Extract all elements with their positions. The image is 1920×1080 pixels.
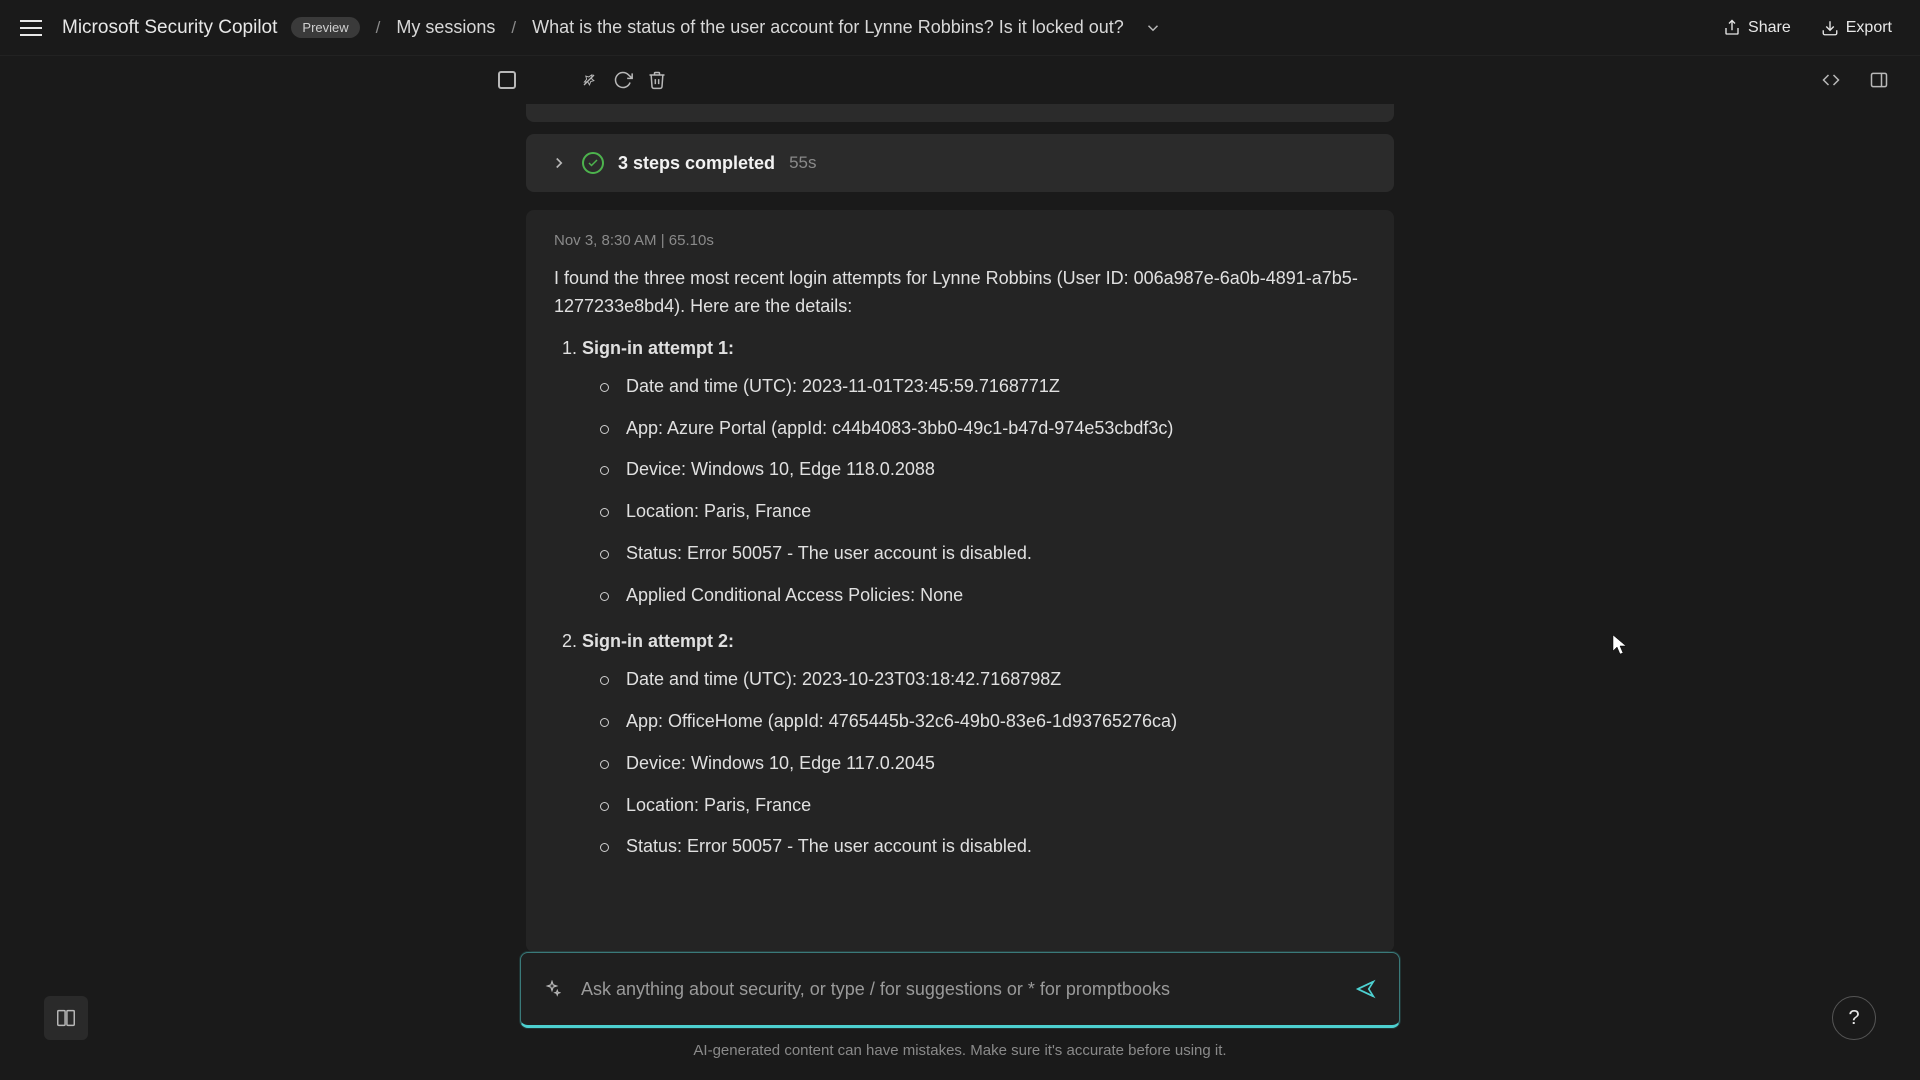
disclaimer-text: AI-generated content can have mistakes. … [693,1042,1226,1059]
attempt-detail: Status: Error 50057 - The user account i… [622,833,1366,861]
export-button[interactable]: Export [1813,15,1900,41]
attempt-detail: Device: Windows 10, Edge 118.0.2088 [622,456,1366,484]
help-label: ? [1848,1007,1859,1030]
chevron-right-icon[interactable] [550,154,568,172]
preview-badge: Preview [291,17,359,38]
sparkle-icon [543,980,561,998]
attempt-detail: Location: Paris, France [622,498,1366,526]
menu-icon[interactable] [20,14,48,42]
prompt-input[interactable] [579,978,1337,1001]
attempt-detail: Date and time (UTC): 2023-10-23T03:18:42… [622,666,1366,694]
breadcrumb-sep: / [511,18,516,38]
attempt-detail: Date and time (UTC): 2023-11-01T23:45:59… [622,373,1366,401]
breadcrumb-sep: / [376,18,381,38]
share-label: Share [1748,19,1791,37]
steps-label: 3 steps completed [618,153,775,174]
bottom-zone: AI-generated content can have mistakes. … [0,952,1920,1080]
response-meta: Nov 3, 8:30 AM | 65.10s [554,232,1366,249]
panel-toggle-icon[interactable] [1862,63,1896,97]
attempt-detail: Location: Paris, France [622,792,1366,820]
check-circle-icon [582,152,604,174]
chevron-down-icon[interactable] [1144,19,1162,37]
attempt-title: Sign-in attempt 2: [582,631,734,651]
response-card: Nov 3, 8:30 AM | 65.10s I found the thre… [526,210,1394,952]
steps-completed-card[interactable]: 3 steps completed 55s [526,134,1394,192]
attempt-item: Sign-in attempt 2: Date and time (UTC): … [582,628,1366,861]
fade-overlay [526,904,1394,952]
previous-card-bottom [526,104,1394,122]
attempt-title: Sign-in attempt 1: [582,338,734,358]
breadcrumb-title: What is the status of the user account f… [532,17,1124,38]
attempt-detail: App: Azure Portal (appId: c44b4083-3bb0-… [622,415,1366,443]
select-checkbox[interactable] [498,71,516,89]
top-bar: Microsoft Security Copilot Preview / My … [0,0,1920,56]
prompt-box[interactable] [520,952,1400,1028]
breadcrumb-sessions[interactable]: My sessions [396,17,495,38]
attempt-detail: Device: Windows 10, Edge 117.0.2045 [622,750,1366,778]
export-label: Export [1846,19,1892,37]
share-button[interactable]: Share [1715,15,1799,41]
attempt-detail: Applied Conditional Access Policies: Non… [622,582,1366,610]
action-bar [0,56,1920,104]
steps-duration: 55s [789,153,816,173]
delete-icon[interactable] [640,63,674,97]
brand-title: Microsoft Security Copilot [62,17,277,39]
promptbooks-icon[interactable] [44,996,88,1040]
help-icon[interactable]: ? [1832,996,1876,1040]
attempt-detail: Status: Error 50057 - The user account i… [622,540,1366,568]
refresh-icon[interactable] [606,63,640,97]
response-intro: I found the three most recent login atte… [554,265,1366,321]
attempt-item: Sign-in attempt 1: Date and time (UTC): … [582,335,1366,610]
pin-icon[interactable] [572,63,606,97]
send-icon[interactable] [1355,978,1377,1000]
attempt-detail: App: OfficeHome (appId: 4765445b-32c6-49… [622,708,1366,736]
attempts-list: Sign-in attempt 1: Date and time (UTC): … [554,335,1366,862]
resize-icon[interactable] [1814,63,1848,97]
